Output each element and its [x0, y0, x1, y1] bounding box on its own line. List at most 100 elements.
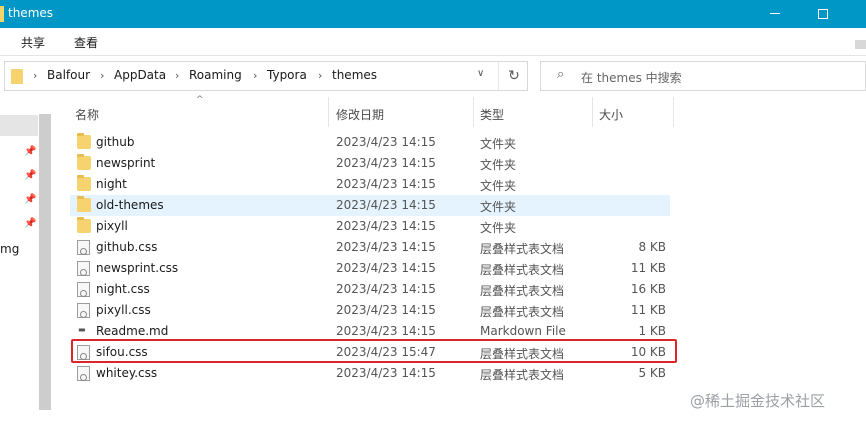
file-row[interactable]: github.css 2023/4/23 14:15 层叠样式表文档 8 KB — [70, 237, 670, 258]
breadcrumb-balfour[interactable]: Balfour — [47, 68, 90, 82]
file-date: 2023/4/23 14:15 — [336, 135, 436, 149]
address-bar[interactable]: › Balfour › AppData › Roaming › Typora ›… — [4, 61, 528, 91]
column-header-label: 大小 — [599, 108, 624, 122]
breadcrumb-themes[interactable]: themes — [332, 68, 377, 82]
divider — [498, 62, 499, 90]
chevron-right-icon[interactable]: › — [100, 69, 104, 82]
search-input[interactable]: ⌕ 在 themes 中搜索 — [540, 61, 866, 91]
file-date: 2023/4/23 14:15 — [336, 282, 436, 296]
file-row[interactable]: whitey.css 2023/4/23 14:15 层叠样式表文档 5 KB — [70, 363, 670, 384]
file-row[interactable]: pixyll 2023/4/23 14:15 文件夹 — [70, 216, 670, 237]
folder-icon — [77, 196, 91, 212]
css-file-icon — [77, 366, 90, 381]
column-header-label: 类型 — [480, 108, 505, 122]
column-header-label: 名称 — [75, 108, 100, 122]
window-title: themes — [8, 6, 54, 20]
file-size: 1 KB — [638, 324, 666, 338]
file-name: whitey.css — [96, 366, 158, 380]
nav-scrollbar[interactable] — [39, 114, 51, 410]
file-type: 文件夹 — [480, 137, 517, 151]
refresh-button[interactable]: ↻ — [501, 64, 527, 88]
maximize-button[interactable] — [800, 0, 846, 28]
column-header-label: 修改日期 — [336, 108, 385, 122]
chevron-down-icon[interactable]: ∨ — [477, 68, 484, 79]
chevron-right-icon[interactable]: › — [318, 69, 322, 82]
file-date: 2023/4/23 14:15 — [336, 156, 436, 170]
file-row[interactable]: old-themes 2023/4/23 14:15 文件夹 — [70, 195, 670, 216]
file-type: 文件夹 — [480, 221, 517, 235]
nav-selected-item[interactable] — [0, 115, 38, 136]
column-header-name[interactable]: 名称 — [70, 97, 328, 127]
markdown-file-icon — [77, 324, 90, 339]
file-name: newsprint — [96, 156, 156, 170]
file-date: 2023/4/23 14:15 — [336, 261, 436, 275]
search-icon: ⌕ — [557, 67, 565, 82]
file-row[interactable]: github 2023/4/23 14:15 文件夹 — [70, 132, 670, 153]
file-name: night.css — [96, 282, 150, 296]
file-name: old-themes — [96, 198, 164, 212]
nav-item-label[interactable]: mg — [0, 242, 19, 256]
file-type: 层叠样式表文档 — [480, 305, 565, 319]
folder-icon — [77, 154, 91, 170]
css-file-icon — [77, 261, 90, 276]
css-file-icon — [77, 303, 90, 318]
file-row[interactable]: newsprint 2023/4/23 14:15 文件夹 — [70, 153, 670, 174]
file-type: 文件夹 — [480, 179, 517, 193]
file-type: 文件夹 — [480, 200, 517, 214]
pin-icon[interactable]: 📌 — [24, 194, 36, 205]
pin-icon[interactable]: 📌 — [24, 218, 36, 229]
highlight-annotation — [71, 339, 677, 363]
file-name: github — [96, 135, 135, 149]
file-row[interactable]: night.css 2023/4/23 14:15 层叠样式表文档 16 KB — [70, 279, 670, 300]
file-type: 文件夹 — [480, 158, 517, 172]
folder-icon — [77, 175, 91, 191]
column-header-type[interactable]: 类型 — [474, 97, 592, 127]
pin-icon[interactable]: 📌 — [24, 170, 36, 181]
breadcrumb-typora[interactable]: Typora — [267, 68, 307, 82]
file-row[interactable]: night 2023/4/23 14:15 文件夹 — [70, 174, 670, 195]
file-name: pixyll.css — [96, 303, 151, 317]
file-date: 2023/4/23 14:15 — [336, 219, 436, 233]
file-row[interactable]: newsprint.css 2023/4/23 14:15 层叠样式表文档 11 KB — [70, 258, 670, 279]
file-date: 2023/4/23 14:15 — [336, 177, 436, 191]
breadcrumb-appdata[interactable]: AppData — [114, 68, 166, 82]
breadcrumb-roaming[interactable]: Roaming — [189, 68, 242, 82]
file-type: Markdown File — [480, 324, 566, 338]
chevron-right-icon[interactable]: › — [253, 69, 257, 82]
column-header-size[interactable]: 大小 — [593, 97, 673, 127]
file-date: 2023/4/23 14:15 — [336, 324, 436, 338]
file-name: github.css — [96, 240, 158, 254]
column-divider[interactable] — [673, 97, 674, 127]
watermark: @稀土掘金技术社区 — [690, 392, 826, 410]
file-row[interactable]: pixyll.css 2023/4/23 14:15 层叠样式表文档 11 KB — [70, 300, 670, 321]
minimize-icon — [770, 13, 780, 14]
chevron-right-icon[interactable]: › — [175, 69, 179, 82]
file-date: 2023/4/23 14:15 — [336, 366, 436, 380]
ribbon: 共享 查看 — [0, 28, 866, 56]
file-type: 层叠样式表文档 — [480, 368, 565, 382]
file-size: 16 KB — [630, 282, 666, 296]
file-size: 11 KB — [630, 303, 666, 317]
column-header-modified[interactable]: 修改日期 — [329, 97, 473, 127]
file-date: 2023/4/23 14:15 — [336, 198, 436, 212]
file-name: pixyll — [96, 219, 128, 233]
file-name: night — [96, 177, 127, 191]
file-type: 层叠样式表文档 — [480, 284, 565, 298]
tab-view[interactable]: 查看 — [74, 34, 98, 51]
folder-app-icon — [0, 6, 4, 22]
pin-icon[interactable]: 📌 — [24, 146, 36, 157]
folder-icon — [77, 133, 91, 149]
title-bar: themes — [0, 0, 866, 28]
chevron-right-icon[interactable]: › — [33, 69, 37, 82]
refresh-icon: ↻ — [508, 68, 520, 84]
file-name: newsprint.css — [96, 261, 179, 275]
file-size: 11 KB — [630, 261, 666, 275]
folder-icon — [77, 217, 91, 233]
minimize-button[interactable] — [752, 0, 798, 28]
maximize-icon — [818, 8, 828, 19]
tab-share[interactable]: 共享 — [21, 34, 45, 51]
file-type: 层叠样式表文档 — [480, 263, 565, 277]
ribbon-expand-button[interactable] — [855, 40, 866, 49]
css-file-icon — [77, 282, 90, 297]
file-name: Readme.md — [96, 324, 169, 338]
